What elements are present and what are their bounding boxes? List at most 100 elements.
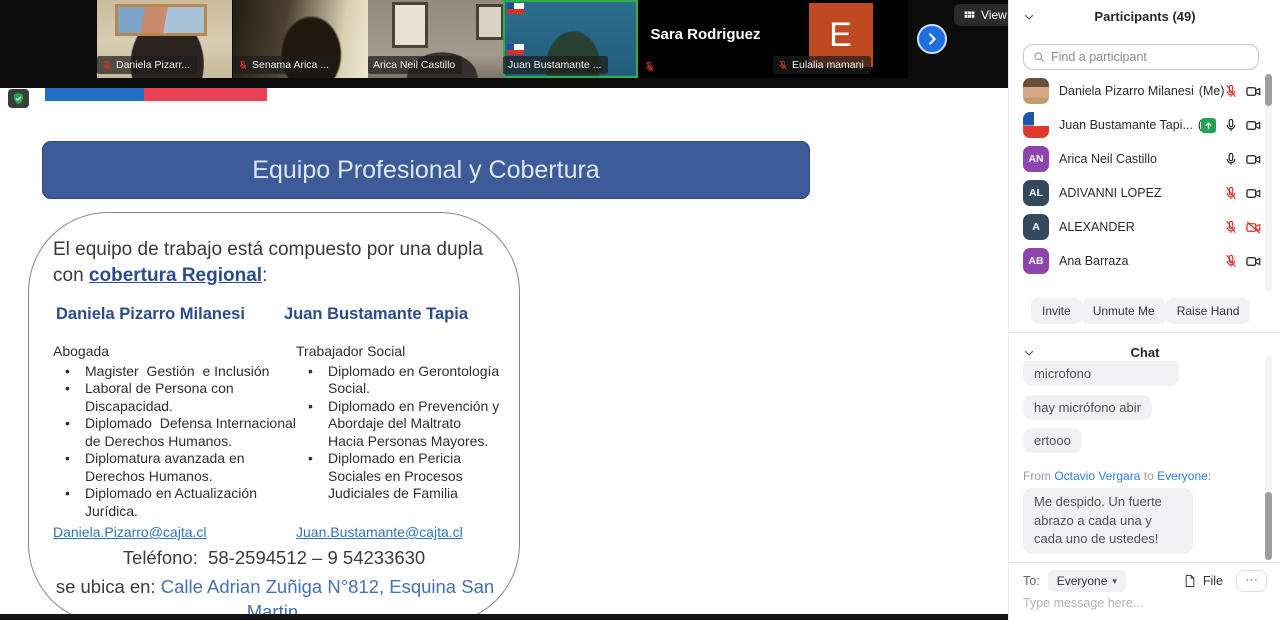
muted-mic-icon xyxy=(778,60,788,70)
slide-decoration-red-bar xyxy=(144,88,267,101)
avatar: A xyxy=(1023,214,1049,240)
file-label: File xyxy=(1203,574,1223,588)
scrollbar-thumb[interactable] xyxy=(1265,492,1272,560)
avatar: AN xyxy=(1023,146,1049,172)
tile-name: Daniela Pizarr... xyxy=(116,59,190,71)
tile-name: Sara Rodriguez xyxy=(638,26,773,43)
more-options-button[interactable]: ⋯ xyxy=(1236,570,1267,592)
collapse-participants-chevron-icon[interactable] xyxy=(1023,11,1035,23)
tile-name-label: Eulalia mamani xyxy=(773,56,871,74)
chat-controls: To: Everyone ▾ File ⋯ xyxy=(1023,570,1267,592)
video-tile-senama[interactable]: Senama Arica ... xyxy=(233,0,368,78)
encryption-shield-badge xyxy=(8,89,29,108)
chat-bubble: hay micrófono abir xyxy=(1023,395,1152,420)
left-email-link: Daniela.Pizarro@cajta.cl xyxy=(53,524,207,540)
muted-mic-icon xyxy=(644,61,655,72)
tile-name: Eulalia mamani xyxy=(792,59,864,71)
chat-scrollbar[interactable] xyxy=(1265,356,1272,560)
location-address: Calle Adrian Zuñiga N°812, Esquina San M… xyxy=(161,576,494,614)
view-button[interactable]: View xyxy=(954,4,1016,26)
slide-title-banner: Equipo Profesional y Cobertura xyxy=(42,141,810,199)
mic-muted-icon xyxy=(1224,220,1238,234)
video-tile-daniela[interactable]: Daniela Pizarr... xyxy=(97,0,232,78)
video-tile-sara[interactable]: Sara Rodriguez xyxy=(638,0,773,78)
chile-flag-logo xyxy=(507,44,524,55)
participants-list: Daniela Pizarro Milanesi(Me) Juan Bustam… xyxy=(1009,74,1267,288)
tile-name: Juan Bustamante ... xyxy=(508,59,601,71)
location-line: se ubica en: Calle Adrian Zuñiga N°812, … xyxy=(55,574,495,614)
mic-on-icon xyxy=(1224,118,1238,132)
participant-tag: (Me) xyxy=(1199,84,1224,98)
intro-link-text: cobertura Regional xyxy=(89,265,262,286)
recipient-selected: Everyone xyxy=(1057,574,1108,588)
participants-scrollbar[interactable] xyxy=(1265,74,1272,292)
panel-divider xyxy=(1009,332,1280,333)
collapse-chat-chevron-icon[interactable] xyxy=(1023,347,1035,359)
chat-message-input[interactable] xyxy=(1023,596,1253,610)
shared-screen-bottom-bar xyxy=(0,614,1008,620)
file-button[interactable]: File xyxy=(1183,574,1223,588)
left-person-name: Daniela Pizarro Milanesi xyxy=(56,305,245,324)
search-icon xyxy=(1033,51,1045,63)
muted-mic-icon xyxy=(238,60,248,70)
shield-check-icon xyxy=(12,92,25,105)
camera-on-icon xyxy=(1246,84,1261,99)
bullet-item: Diplomado en Actualización Jurídica. xyxy=(85,485,299,520)
camera-on-icon xyxy=(1246,118,1261,133)
participants-header: Participants (49) xyxy=(1009,6,1280,28)
mic-on-icon xyxy=(1224,152,1238,166)
chat-recipient: Everyone: xyxy=(1157,469,1211,483)
right-person-name: Juan Bustamante Tapia xyxy=(284,305,468,324)
scrollbar-thumb[interactable] xyxy=(1265,74,1272,106)
bullet-item: Laboral de Persona con Discapacidad. xyxy=(85,380,299,415)
participant-row[interactable]: AL ADIVANNI LOPEZ xyxy=(1009,176,1267,210)
grid-view-icon xyxy=(963,9,976,22)
chat-bubble: Me despido. Un fuerte abrazo a cada una … xyxy=(1023,488,1193,554)
participant-row[interactable]: Daniela Pizarro Milanesi(Me) xyxy=(1009,74,1267,108)
view-label: View xyxy=(981,8,1007,22)
participant-search[interactable] xyxy=(1023,44,1259,70)
left-person-details: Abogada •Magister Gestión e Inclusión •L… xyxy=(53,343,299,520)
tile-name: Senama Arica ... xyxy=(252,59,329,71)
participant-row[interactable]: AB Ana Barraza xyxy=(1009,244,1267,278)
video-tile-eulalia[interactable]: E Eulalia mamani xyxy=(773,0,908,78)
chat-sender: Octavio Vergara xyxy=(1054,469,1140,483)
participant-name: ADIVANNI LOPEZ xyxy=(1059,186,1162,200)
search-input[interactable] xyxy=(1051,50,1249,64)
participants-title: Participants (49) xyxy=(1009,6,1280,28)
participant-row[interactable]: AN Arica Neil Castillo xyxy=(1009,142,1267,176)
chevron-right-icon xyxy=(924,31,940,47)
raise-hand-button[interactable]: Raise Hand xyxy=(1166,298,1251,324)
chat-messages: microfono hay micrófono abir ertooo xyxy=(1023,361,1179,453)
mic-muted-icon xyxy=(1224,254,1238,268)
avatar xyxy=(1023,112,1049,138)
participants-actions: Invite Unmute Me Raise Hand xyxy=(1009,298,1267,324)
bullet-item: Magister Gestión e Inclusión xyxy=(85,363,299,381)
right-person-role: Trabajador Social xyxy=(296,343,502,361)
bullet-item: Diplomado en Prevención y Abordaje del M… xyxy=(328,398,502,451)
video-tile-juan-active-speaker[interactable]: Juan Bustamante ... xyxy=(503,0,638,78)
next-videos-button[interactable] xyxy=(917,24,947,54)
participant-name: Juan Bustamante Tapi... xyxy=(1059,118,1193,132)
shared-screen: Equipo Profesional y Cobertura El equipo… xyxy=(0,88,1008,614)
recipient-dropdown[interactable]: Everyone ▾ xyxy=(1048,570,1126,592)
chat-message-meta: From Octavio Vergara to Everyone: xyxy=(1023,469,1211,483)
unmute-me-button[interactable]: Unmute Me xyxy=(1082,298,1166,324)
tile-name-label: Daniela Pizarr... xyxy=(97,56,197,74)
chevron-down-icon: ▾ xyxy=(1112,576,1117,587)
tile-name: Arica Neil Castillo xyxy=(373,59,455,71)
mic-muted-icon xyxy=(1224,84,1238,98)
tile-name-label: Senama Arica ... xyxy=(233,56,336,74)
zoom-meeting-window: Daniela Pizarr... Senama Arica ... Arica… xyxy=(0,0,1280,620)
right-person-details: Trabajador Social •Diplomado en Gerontol… xyxy=(296,343,502,503)
invite-button[interactable]: Invite xyxy=(1031,298,1082,324)
participant-row[interactable]: A ALEXANDER xyxy=(1009,210,1267,244)
left-person-role: Abogada xyxy=(53,343,299,361)
chile-flag-logo xyxy=(507,3,524,14)
video-tile-arica-neil[interactable]: Arica Neil Castillo xyxy=(368,0,503,78)
participant-row[interactable]: Juan Bustamante Tapi...(Host) xyxy=(1009,108,1267,142)
chat-input-area xyxy=(1023,596,1253,610)
arrow-up-icon xyxy=(1204,121,1213,130)
file-icon xyxy=(1183,574,1197,588)
muted-mic-icon xyxy=(102,60,112,70)
